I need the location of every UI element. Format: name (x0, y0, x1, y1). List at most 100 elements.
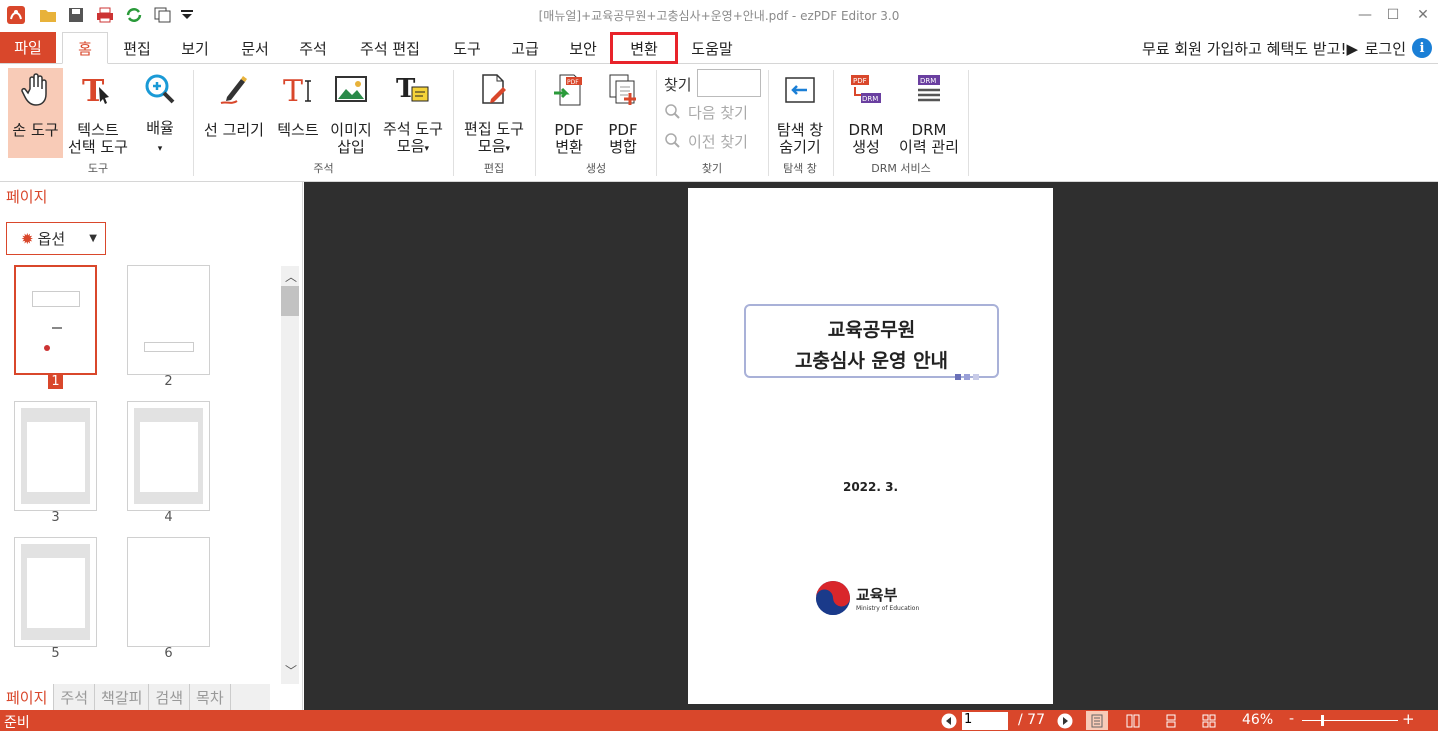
scroll-down-icon[interactable]: ﹀ (285, 662, 297, 679)
tab-annotation[interactable]: 주석 (288, 32, 338, 64)
group-label-nav: 탐색 창 (783, 162, 817, 175)
zoom-slider[interactable] (1302, 720, 1398, 721)
doc-title-line2: 고충심사 운영 안내 (794, 350, 949, 372)
edit-tools-button[interactable]: 편집 도구 모음▾ (458, 68, 530, 158)
line-draw-button[interactable]: 선 그리기 (200, 68, 268, 158)
tab-document[interactable]: 문서 (230, 32, 280, 64)
nav-hide-button[interactable]: 탐색 창 숨기기 (772, 68, 828, 158)
login-link[interactable]: 로그인 (1365, 38, 1406, 59)
tab-edit[interactable]: 편집 (112, 32, 162, 64)
group-label-tool: 도구 (87, 162, 109, 175)
continuous-view-icon[interactable] (1160, 711, 1182, 730)
document-viewer[interactable]: 교육공무원 고충심사 운영 안내 2022. 3. 교육부 Ministry o… (304, 182, 1438, 710)
page-number-input[interactable]: 1 (962, 712, 1008, 730)
deco-square (964, 374, 970, 380)
zoom-label: 배율 (146, 119, 174, 137)
page-thumbnail[interactable] (14, 537, 97, 647)
pdf-merge-icon (605, 72, 641, 108)
find-next-button[interactable]: 다음 찾기 (664, 102, 748, 123)
panel-tab-bookmarks[interactable]: 책갈피 (95, 684, 150, 710)
edit-doc-icon (476, 72, 512, 107)
image-insert-button[interactable]: 이미지 삽입 (326, 68, 376, 158)
page-thumbnail[interactable] (127, 537, 210, 647)
thumbnail-scrollbar[interactable]: ︿ ﹀ (281, 266, 299, 684)
zoom-dropdown-icon[interactable]: ▾ (158, 141, 163, 158)
drm-history-icon: DRM (911, 72, 947, 108)
scroll-up-icon[interactable]: ︿ (285, 268, 297, 285)
panel-tab-annotations[interactable]: 주석 (54, 684, 96, 710)
annotation-tools-label-1: 주석 도구 (383, 120, 443, 138)
tab-tools[interactable]: 도구 (442, 32, 492, 64)
pdf-merge-button[interactable]: PDF 병합 (598, 68, 648, 158)
page-thumbnail[interactable] (14, 401, 97, 511)
group-label-create: 생성 (585, 162, 607, 175)
next-page-icon[interactable] (1054, 711, 1076, 730)
panel-title: 페이지 (6, 188, 48, 206)
hand-tool-label: 손 도구 (12, 121, 59, 139)
maximize-icon[interactable]: ☐ (1378, 4, 1408, 26)
hand-tool-button[interactable]: 손 도구 (8, 68, 63, 158)
pen-icon (216, 72, 252, 108)
image-insert-label-2: 삽입 (337, 138, 365, 156)
text-select-button[interactable]: T 텍스트 선택 도구 (64, 68, 132, 158)
nav-hide-icon (782, 72, 818, 108)
annotation-tools-button[interactable]: T 주석 도구 모음▾ (378, 68, 448, 158)
page-thumbnail[interactable] (127, 265, 210, 375)
page-thumbnail[interactable] (127, 401, 210, 511)
promo-link[interactable]: 무료 회원 가입하고 혜택도 받고!▶ (1142, 38, 1358, 59)
tab-annotation-edit[interactable]: 주석 편집 (346, 32, 434, 64)
grid-view-icon[interactable] (1198, 711, 1220, 730)
pdf-convert-button[interactable]: PDF PDF 변환 (544, 68, 594, 158)
page-number: 4 (164, 510, 173, 525)
thumb-text-block (27, 558, 85, 628)
options-button[interactable]: ✹ 옵션 ▼ (6, 222, 106, 255)
title-bar: [매뉴얼]+교육공무원+고충심사+운영+안내.pdf - ezPDF Edito… (0, 0, 1438, 30)
status-text: 준비 (4, 715, 30, 731)
group-label-find: 찾기 (701, 162, 723, 175)
nav-hide-label-2: 숨기기 (779, 138, 821, 156)
find-input[interactable] (697, 69, 761, 97)
doc-title-line1: 교육공무원 (827, 319, 916, 341)
text-select-label-2: 선택 도구 (68, 138, 128, 156)
scrollbar-thumb[interactable] (281, 286, 299, 316)
page-number: 6 (164, 646, 173, 661)
zoom-out-icon[interactable]: - (1289, 711, 1294, 727)
info-icon[interactable]: i (1412, 38, 1432, 58)
find-next-label: 다음 찾기 (688, 104, 748, 122)
ministry-logo: 교육부 Ministry of Education (815, 580, 919, 616)
tab-help[interactable]: 도움말 (682, 32, 742, 64)
text-button[interactable]: T 텍스트 (272, 68, 324, 158)
prev-page-icon[interactable] (938, 711, 960, 730)
tab-home[interactable]: 홈 (62, 32, 108, 64)
group-separator (193, 70, 194, 176)
single-page-view-icon[interactable] (1086, 711, 1108, 730)
drm-history-button[interactable]: DRM DRM 이력 관리 (894, 68, 964, 158)
zoom-button[interactable]: 배율 ▾ (138, 68, 182, 158)
find-prev-button[interactable]: 이전 찾기 (664, 131, 748, 152)
annotation-tools-icon: T (395, 72, 431, 107)
tab-security[interactable]: 보안 (558, 32, 608, 64)
title-decoration (955, 374, 979, 380)
text-select-icon: T (80, 72, 116, 108)
two-page-view-icon[interactable] (1122, 711, 1144, 730)
panel-tab-search[interactable]: 검색 (149, 684, 191, 710)
tab-view[interactable]: 보기 (170, 32, 220, 64)
annotation-tools-label-2-text: 모음 (396, 137, 425, 155)
panel-tab-pages[interactable]: 페이지 (0, 684, 55, 710)
total-pages: / 77 (1018, 712, 1045, 728)
tab-convert[interactable]: 변환 (610, 32, 678, 64)
tab-file[interactable]: 파일 (0, 32, 56, 63)
page-thumbnail[interactable] (14, 265, 97, 375)
text-label: 텍스트 (277, 121, 319, 139)
minimize-icon[interactable]: — (1350, 4, 1380, 26)
group-label-annotation: 주석 (313, 162, 334, 175)
edit-tools-label-2-text: 모음 (477, 137, 506, 155)
thumb-title-box (32, 291, 80, 307)
close-icon[interactable]: ✕ (1408, 4, 1438, 26)
tab-advanced[interactable]: 고급 (500, 32, 550, 64)
zoom-slider-handle[interactable] (1321, 715, 1324, 726)
drm-create-button[interactable]: PDF DRM DRM 생성 (840, 68, 892, 158)
zoom-in-icon[interactable]: + (1402, 710, 1415, 728)
panel-tab-toc[interactable]: 목차 (190, 684, 231, 710)
doc-title-box: 교육공무원 고충심사 운영 안내 (744, 304, 999, 380)
